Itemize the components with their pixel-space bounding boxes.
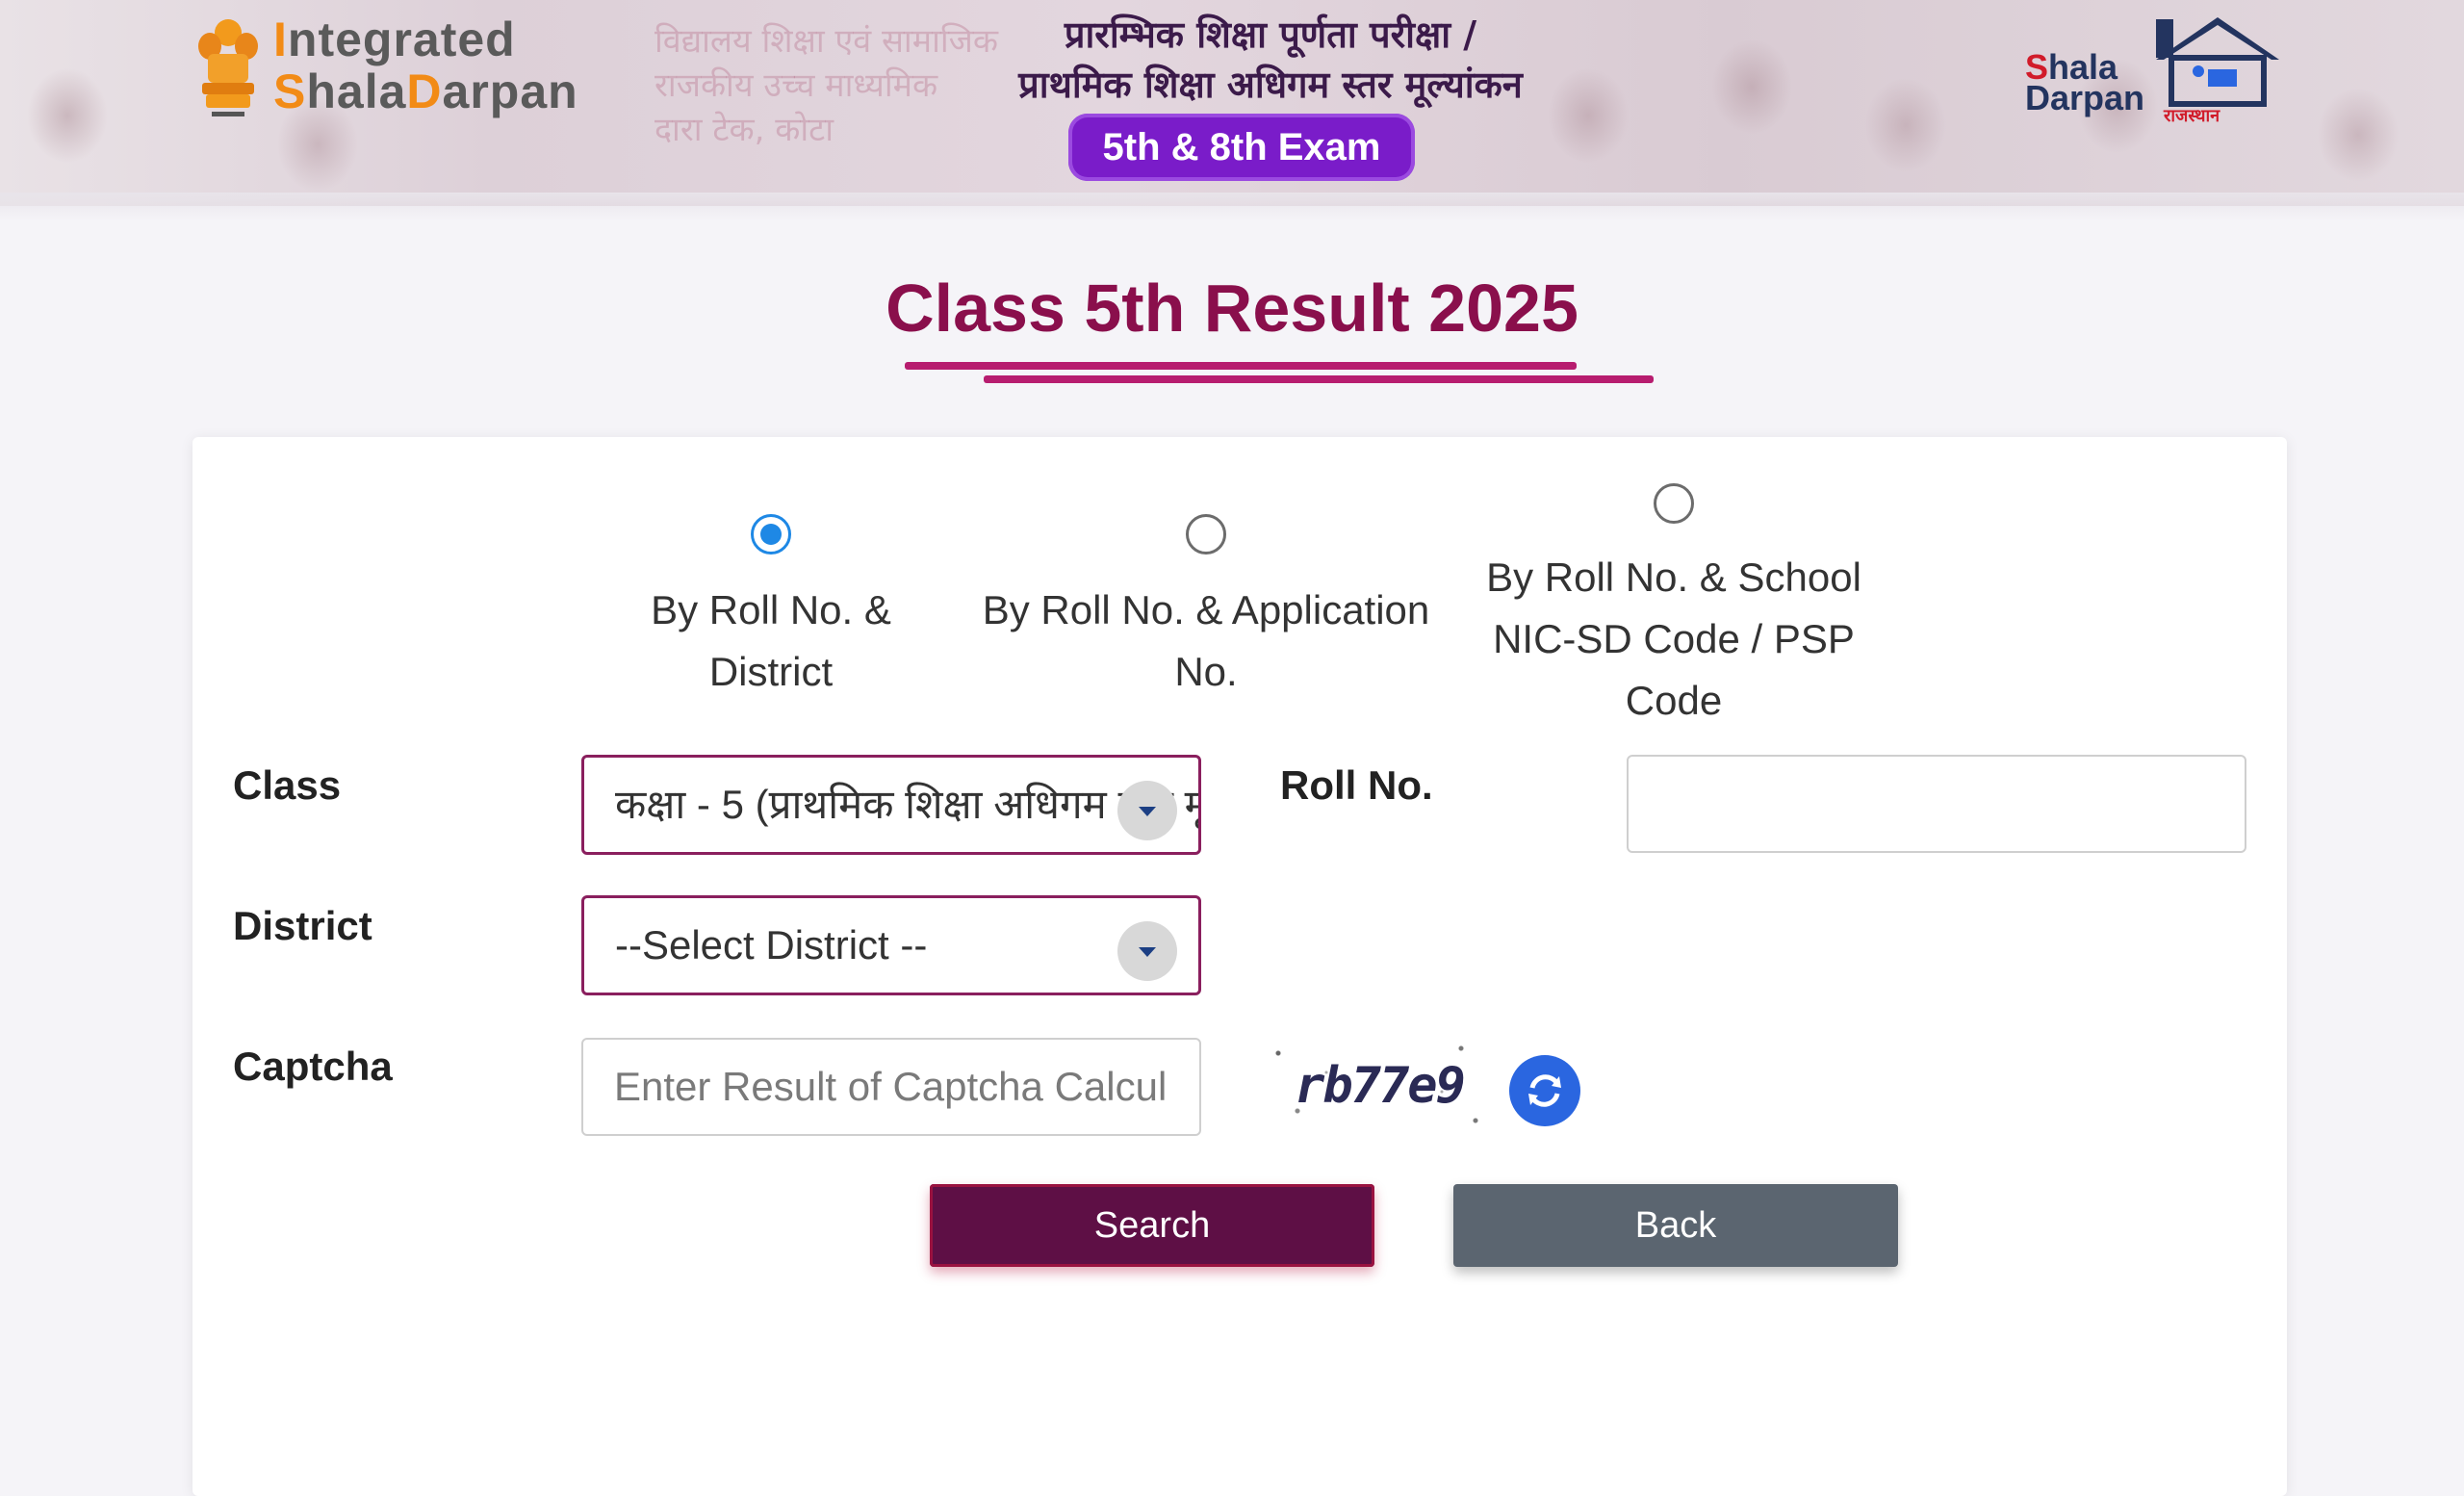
class-select-value: कक्षा - 5 (प्राथमिक शिक्षा अधिगम स्तर मू… xyxy=(615,782,1198,827)
district-select[interactable]: --Select District -- xyxy=(581,895,1201,995)
roll-no-label: Roll No. xyxy=(1280,762,1433,808)
integrated-shaladarpan-logo: Integrated ShalaDarpan xyxy=(273,13,578,117)
district-select-value: --Select District -- xyxy=(615,922,928,967)
exam-badge: 5th & 8th Exam xyxy=(1068,114,1415,181)
banner-text-line: दारा टेक, कोटा xyxy=(654,111,834,149)
shala-darpan-logo-line2: Darpan xyxy=(2025,78,2145,117)
exam-hindi-title: प्रारम्भिक शिक्षा पूर्णता परीक्षा / प्रा… xyxy=(905,10,1636,110)
radio-by-roll-district[interactable] xyxy=(751,514,791,555)
refresh-icon[interactable] xyxy=(1509,1055,1580,1126)
roll-no-input[interactable] xyxy=(1627,755,2246,853)
radio-label-line: By Roll No. & Application xyxy=(982,587,1430,632)
radio-label-by-roll-application[interactable]: By Roll No. & Application No. xyxy=(962,580,1450,703)
logo-word: arpan xyxy=(442,64,578,118)
shala-darpan-rajasthan-logo: Shala Darpan राजस्थान xyxy=(2019,13,2289,129)
hindi-title-line2: प्राथमिक शिक्षा अधिगम स्तर मूल्यांकन xyxy=(1018,64,1523,106)
logo-letter: S xyxy=(273,64,307,118)
site-header: विद्यालय शिक्षा एवं सामाजिक राजकीय उच्च … xyxy=(0,0,2464,206)
refresh-icon-glyph xyxy=(1528,1074,1561,1107)
radio-label-line: NIC-SD Code / PSP xyxy=(1493,616,1855,661)
header-divider xyxy=(0,193,2464,221)
back-button[interactable]: Back xyxy=(1453,1184,1898,1267)
shala-darpan-logo-sub: राजस्थान xyxy=(2164,106,2220,125)
district-label: District xyxy=(233,903,372,948)
state-emblem-icon xyxy=(198,19,258,116)
radio-label-line: District xyxy=(708,649,834,694)
result-search-card: By Roll No. & District By Roll No. & App… xyxy=(192,437,2287,1496)
radio-label-by-roll-district[interactable]: By Roll No. & District xyxy=(616,580,926,703)
logo-word: ntegrated xyxy=(287,13,516,66)
radio-label-line: By Roll No. & School xyxy=(1486,555,1861,600)
school-house-icon xyxy=(2156,17,2279,107)
captcha-label: Captcha xyxy=(233,1044,393,1089)
radio-label-by-roll-school-code[interactable]: By Roll No. & School NIC-SD Code / PSP C… xyxy=(1473,547,1875,732)
radio-by-roll-school-code[interactable] xyxy=(1654,483,1694,524)
logo-letter: I xyxy=(273,13,288,66)
radio-label-line: Code xyxy=(1625,678,1723,723)
captcha-input[interactable] xyxy=(581,1038,1201,1136)
chevron-down-icon[interactable] xyxy=(1117,921,1177,981)
radio-by-roll-application[interactable] xyxy=(1186,514,1226,555)
class-label: Class xyxy=(233,762,342,808)
class-select[interactable]: कक्षा - 5 (प्राथमिक शिक्षा अधिगम स्तर मू… xyxy=(581,755,1201,855)
title-underline xyxy=(905,362,1577,370)
search-button[interactable]: Search xyxy=(930,1184,1374,1267)
title-underline xyxy=(984,375,1654,383)
chevron-down-icon[interactable] xyxy=(1117,781,1177,840)
logo-word: hala xyxy=(306,64,407,118)
page-title: Class 5th Result 2025 xyxy=(886,271,1578,346)
radio-label-line: By Roll No. & xyxy=(651,587,891,632)
radio-label-line: No. xyxy=(1174,649,1238,694)
captcha-image: rb77e9 xyxy=(1269,1034,1490,1138)
hindi-title-line1: प्रारम्भिक शिक्षा पूर्णता परीक्षा / xyxy=(1064,13,1477,56)
logo-letter: D xyxy=(406,64,443,118)
